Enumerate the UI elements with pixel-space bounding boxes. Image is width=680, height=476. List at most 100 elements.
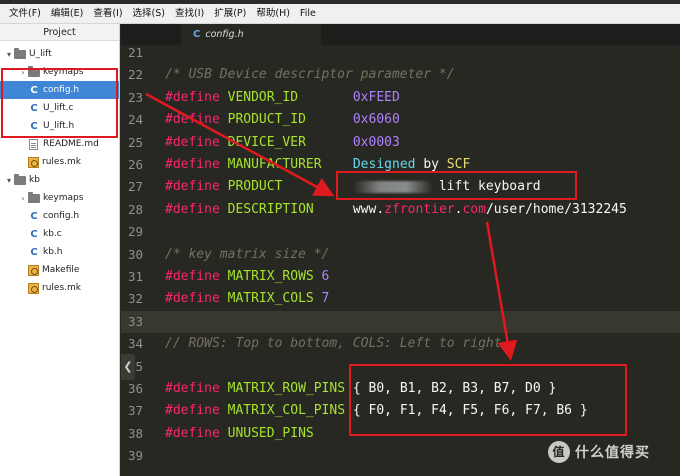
code-text: // ROWS: Top to bottom, COLS: Left to ri…: [165, 333, 502, 355]
code-line[interactable]: 32 #define MATRIX_COLS 7: [121, 288, 680, 310]
code-line[interactable]: 30 /* key matrix size */: [121, 244, 680, 266]
menu-item[interactable]: 选择(S): [128, 4, 170, 24]
code-text: /* USB Device descriptor parameter */: [165, 64, 455, 86]
code-line[interactable]: 37 #define MATRIX_COL_PINS { F0, F1, F4, …: [121, 400, 680, 422]
makefile-icon: [28, 156, 39, 168]
folder-icon: [14, 173, 26, 185]
code-text: #define VENDOR_ID 0xFEED: [165, 87, 400, 109]
tree-file[interactable]: C U_lift.c: [0, 99, 119, 117]
tree-folder[interactable]: ▾ kb: [0, 171, 119, 189]
tree-folder[interactable]: ▾ U_lift: [0, 45, 119, 63]
tree-file[interactable]: Ckb.c: [0, 225, 119, 243]
makefile-icon: [28, 282, 39, 294]
menu-item[interactable]: File: [295, 4, 321, 24]
tree-file[interactable]: Ckb.h: [0, 243, 119, 261]
chevron-right-icon[interactable]: ›: [18, 68, 28, 77]
code-text: #define MATRIX_COLS 7: [165, 288, 329, 310]
code-line[interactable]: 36 #define MATRIX_ROW_PINS { B0, B1, B2, …: [121, 378, 680, 400]
tree-file[interactable]: rules.mk: [0, 279, 119, 297]
tree-item-label: kb.h: [43, 247, 63, 257]
code-token: www.: [352, 201, 385, 217]
code-token: SCF: [446, 157, 471, 172]
chevron-down-icon[interactable]: ▾: [4, 50, 14, 59]
tree-item-label: kb: [29, 175, 40, 185]
code-token: #define: [165, 269, 228, 284]
code-token: MATRIX_ROW_PINS: [227, 381, 353, 396]
tree-file[interactable]: Makefile: [0, 261, 119, 279]
text-file-icon: [29, 138, 38, 150]
makefile-icon: [28, 264, 39, 276]
code-line[interactable]: 33: [121, 310, 680, 334]
code-token: PRODUCT_ID: [227, 112, 353, 128]
tab-label: config.h: [205, 29, 244, 40]
code-line[interactable]: 25 #define DEVICE_VER 0x0003: [121, 132, 680, 154]
tree-file[interactable]: C U_lift.h: [0, 117, 119, 135]
code-text: #define DESCRIPTION www.zfrontier.com/us…: [165, 199, 627, 221]
code-line[interactable]: 35: [121, 356, 680, 378]
code-text: #define PRODUCT_ID 0x6060: [165, 109, 400, 131]
tree-folder[interactable]: › keymaps: [0, 189, 119, 207]
line-number: 22: [127, 67, 143, 83]
line-number: 26: [127, 157, 143, 172]
code-line[interactable]: 29: [121, 221, 680, 243]
menu-item[interactable]: 编辑(E): [46, 4, 88, 24]
line-number: 24: [127, 112, 143, 128]
line-number: 36: [127, 381, 143, 396]
menubar: 文件(F) 编辑(E) 查看(I) 选择(S) 查找(I) 扩展(P) 帮助(H) File: [0, 4, 680, 24]
code-line[interactable]: 21: [121, 42, 680, 64]
line-number: 25: [127, 134, 143, 150]
code-token: #define: [165, 291, 228, 307]
code-token: MATRIX_ROWS: [227, 269, 322, 284]
code-text: #define MATRIX_COL_PINS { F0, F1, F4, F5…: [165, 400, 588, 422]
line-number: 21: [127, 45, 143, 60]
code-text: #define PRODUCT lift keyboard: [165, 176, 541, 198]
tree-folder[interactable]: › keymaps: [0, 63, 119, 81]
tree-file[interactable]: rules.mk: [0, 153, 119, 171]
collapse-sidebar-button[interactable]: ❮: [121, 354, 135, 380]
code-line[interactable]: 26 #define MANUFACTURER Designed by SCF: [121, 154, 680, 176]
watermark-badge-icon: 值: [548, 441, 570, 463]
chevron-right-icon[interactable]: ›: [18, 194, 28, 203]
code-line[interactable]: 28 #define DESCRIPTION www.zfrontier.com/…: [121, 199, 680, 221]
tree-file[interactable]: Cconfig.h: [0, 207, 119, 225]
tree-file[interactable]: Cconfig.h: [0, 81, 119, 99]
chevron-down-icon[interactable]: ▾: [4, 176, 14, 185]
code-line[interactable]: 22 /* USB Device descriptor parameter */: [121, 64, 680, 86]
tree-file[interactable]: README.md: [0, 135, 119, 153]
tree-item-label: keymaps: [43, 67, 84, 77]
line-number: 39: [127, 448, 143, 464]
tree-item-label: config.h: [43, 211, 80, 221]
line-number: 34: [127, 336, 143, 352]
code-line[interactable]: 24 #define PRODUCT_ID 0x6060: [121, 109, 680, 131]
tree-item-label: U_lift.h: [43, 121, 75, 131]
menu-item[interactable]: 查看(I): [88, 4, 127, 24]
tree-item-label: Makefile: [42, 265, 80, 275]
menu-item[interactable]: 帮助(H): [251, 4, 295, 24]
code-token: #define: [165, 201, 228, 217]
watermark-text: 什么值得买: [575, 445, 650, 461]
code-token: // ROWS: Top to bottom, COLS: Left to ri…: [165, 336, 502, 352]
sidebar-title: Project: [0, 24, 119, 41]
project-sidebar: Project ▾ U_lift › keymaps Cconfig.h C U_lift.…: [0, 24, 120, 476]
menu-item[interactable]: 查找(I): [170, 4, 209, 24]
c-file-icon: C: [30, 120, 38, 132]
tree-item-label: keymaps: [43, 193, 84, 203]
line-number: 32: [127, 291, 143, 307]
code-token: #define: [165, 134, 228, 150]
c-file-icon: C: [30, 102, 38, 114]
code-token: MATRIX_COLS: [227, 291, 322, 307]
menu-item[interactable]: 文件(F): [4, 4, 46, 24]
c-file-icon: C: [193, 29, 201, 40]
code-line[interactable]: 27 #define PRODUCT lift keyboard: [121, 176, 680, 198]
code-token: DEVICE_VER: [227, 134, 353, 150]
menu-item[interactable]: 扩展(P): [209, 4, 251, 24]
c-file-icon: C: [30, 210, 38, 222]
code-line[interactable]: 34 // ROWS: Top to bottom, COLS: Left to …: [121, 333, 680, 355]
line-number: 27: [127, 179, 143, 195]
code-line[interactable]: 23 #define VENDOR_ID 0xFEED: [121, 87, 680, 109]
code-editor[interactable]: 21 22 /* USB Device descriptor parameter *…: [121, 45, 680, 476]
code-token: #define: [165, 381, 228, 396]
code-token: com: [462, 201, 486, 217]
code-token: #define: [165, 403, 228, 419]
code-line[interactable]: 31 #define MATRIX_ROWS 6: [121, 266, 680, 288]
